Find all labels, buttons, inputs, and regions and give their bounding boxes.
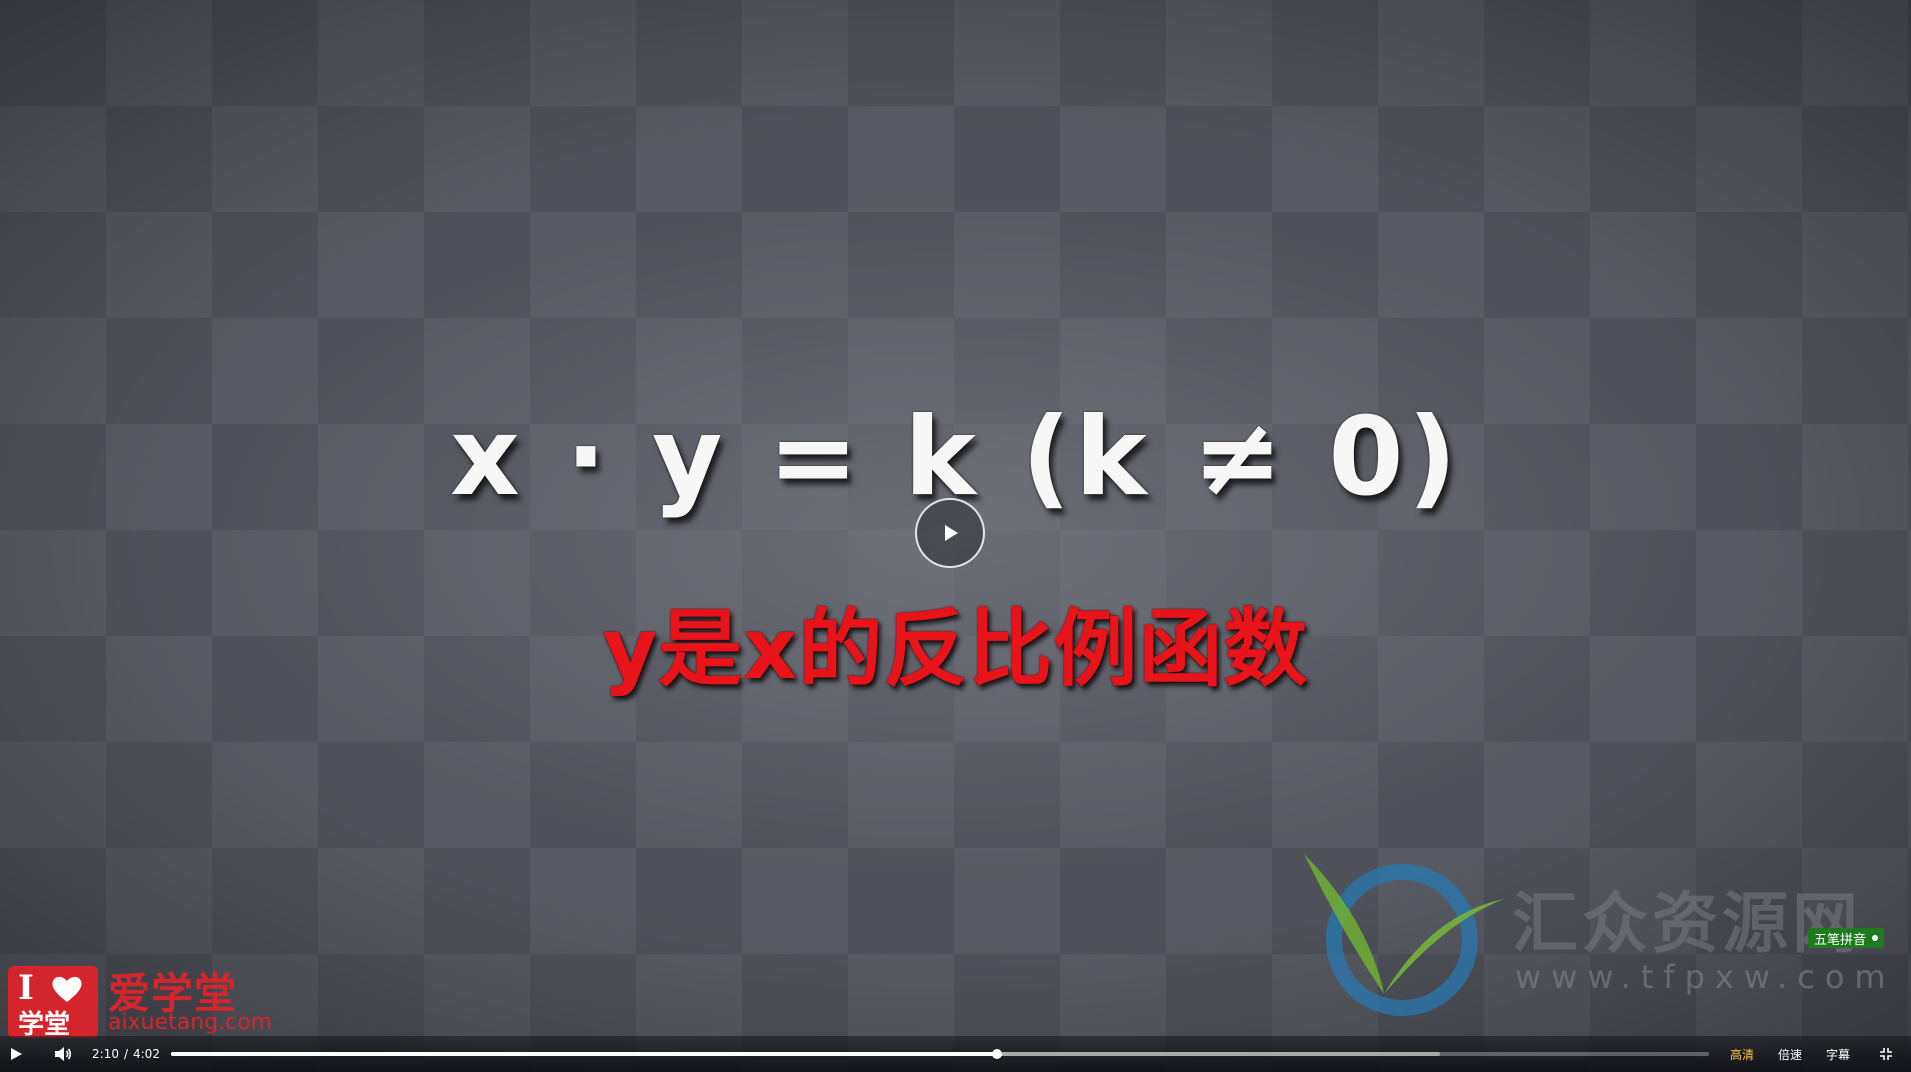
ime-label: 五笔拼音 <box>1814 932 1867 948</box>
ime-indicator[interactable]: 五笔拼音 <box>1808 928 1885 948</box>
exit-fullscreen-button[interactable] <box>1879 1036 1893 1072</box>
current-time: 2:10 <box>92 1047 119 1061</box>
aixuetang-url: aixuetang.com <box>108 1010 273 1035</box>
speed-label: 倍速 <box>1778 1047 1803 1062</box>
exit-fullscreen-icon <box>1880 1048 1892 1060</box>
aixuetang-badge: I 学堂 <box>8 966 98 1040</box>
duration: 4:02 <box>133 1047 160 1061</box>
badge-letter: I <box>18 968 34 1008</box>
quality-label: 高清 <box>1730 1047 1755 1062</box>
play-icon <box>11 1048 22 1060</box>
subtitle-button[interactable]: 字幕 <box>1826 1036 1850 1072</box>
quality-button[interactable]: 高清 <box>1730 1036 1754 1072</box>
time-display: 2:10 / 4:02 <box>92 1036 160 1072</box>
player-control-bar: 2:10 / 4:02 高清 倍速 字幕 <box>0 1036 1911 1072</box>
big-play-icon <box>945 525 958 541</box>
progress-bar[interactable] <box>171 1049 1709 1059</box>
time-separator: / <box>123 1047 128 1061</box>
progress-played <box>171 1052 997 1056</box>
aixuetang-logo: I 学堂 爱学堂 aixuetang.com <box>8 962 308 1040</box>
big-play-button[interactable] <box>915 498 985 568</box>
watermark-site-url: www.tfpxw.com <box>1515 958 1896 996</box>
heart-icon <box>52 976 82 1002</box>
watermark-site-name: 汇众资源网 <box>1512 884 1862 962</box>
play-button[interactable] <box>9 1036 23 1072</box>
video-subtitle-text: y是x的反比例函数 <box>602 600 1309 698</box>
progress-scrubber-handle[interactable] <box>991 1049 1002 1059</box>
volume-button[interactable] <box>54 1036 72 1072</box>
video-frame[interactable]: x · y = k (k ≠ 0) y是x的反比例函数 汇众资源网 www.tf… <box>0 0 1911 1072</box>
volume-icon <box>55 1047 72 1061</box>
ime-dot-icon <box>1872 935 1879 941</box>
speed-button[interactable]: 倍速 <box>1778 1036 1802 1072</box>
subtitle-label: 字幕 <box>1826 1047 1851 1062</box>
